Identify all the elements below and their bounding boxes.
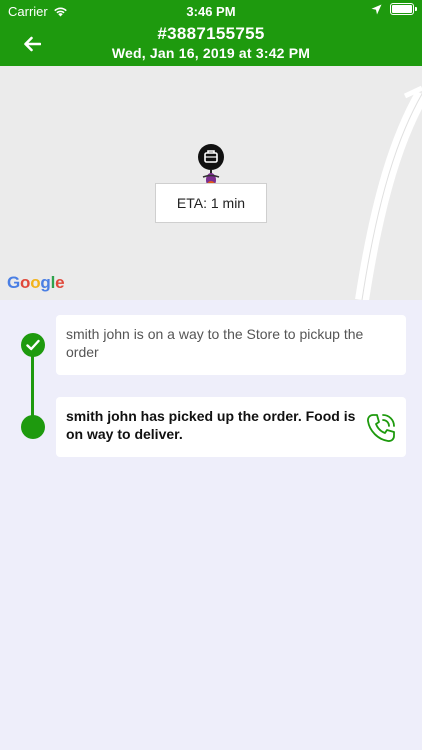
order-number-title: #3887155755	[157, 24, 265, 43]
status-time: 3:46 PM	[186, 4, 236, 19]
call-courier-button[interactable]	[364, 411, 398, 445]
timeline-card: smith john has picked up the order. Food…	[56, 397, 406, 457]
order-date-subtitle: Wed, Jan 16, 2019 at 3:42 PM	[111, 45, 311, 61]
app-header: Carrier 3:46 PM #3887155755 Wed, Jan 16,…	[0, 0, 422, 66]
status-right	[371, 3, 417, 15]
tracking-map[interactable]: ETA: 1 min Google	[0, 66, 422, 300]
battery-icon	[390, 3, 417, 15]
timeline-card: smith john is on a way to the Store to p…	[56, 315, 406, 375]
step-completed-indicator	[21, 333, 45, 357]
google-logo: Google	[7, 273, 65, 292]
status-bar: Carrier 3:46 PM	[0, 0, 422, 22]
checkmark-icon	[26, 339, 40, 351]
step-current-indicator	[21, 415, 45, 439]
eta-label: ETA: 1 min	[155, 183, 267, 223]
location-arrow-icon	[371, 4, 382, 14]
timeline-text: smith john has picked up the order. Food…	[66, 408, 356, 442]
timeline-text: smith john is on a way to the Store to p…	[66, 326, 364, 360]
nav-bar: #3887155755 Wed, Jan 16, 2019 at 3:42 PM	[0, 22, 422, 66]
phone-icon	[367, 414, 395, 442]
